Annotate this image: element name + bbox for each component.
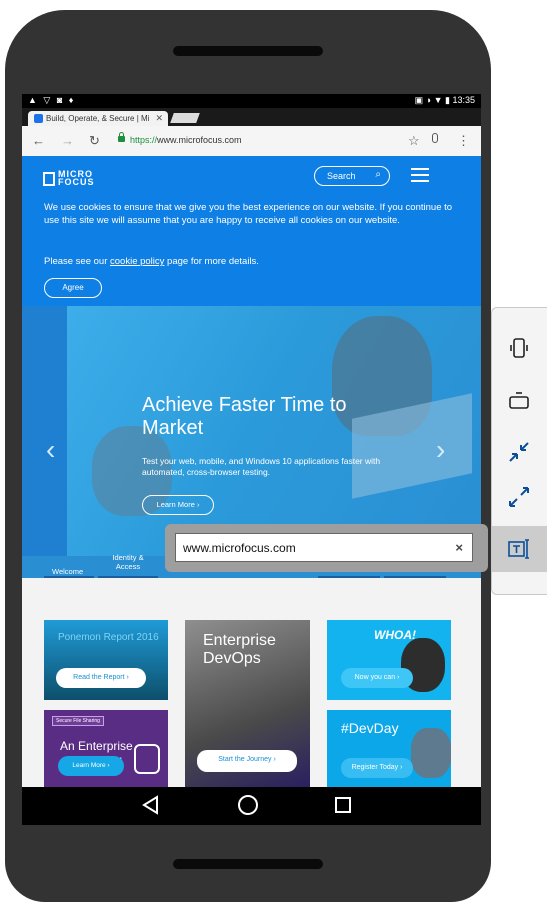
lock-icon <box>118 132 125 142</box>
tile-devday-title: #DevDay <box>341 720 399 736</box>
tile-devops-title: Enterprise DevOps <box>203 632 276 667</box>
carousel-prev-icon[interactable]: ‹ <box>46 434 55 466</box>
register-today-button[interactable]: Register Today › <box>341 758 413 778</box>
phone-landscape-icon[interactable] <box>507 390 531 414</box>
tile-enterprise-access: Secure File Sharing An Enterprise Access… <box>44 710 168 787</box>
text-input-icon[interactable] <box>507 537 531 561</box>
phone-portrait-icon[interactable] <box>507 336 531 360</box>
device-screen: ▲ ▽ ◙ ♦ ▣ ◑ ▼ ▮ 13:35 Build, Operate, & … <box>22 94 481 825</box>
tile-badge: Secure File Sharing <box>52 716 104 726</box>
search-label: Search <box>327 171 356 181</box>
logo-mark-icon <box>43 172 55 186</box>
status-icons: ▣ ◑ ▼ ▮ <box>414 95 450 105</box>
cookie-policy-link[interactable]: cookie policy <box>110 256 164 267</box>
shrink-icon[interactable] <box>507 440 531 464</box>
start-journey-button[interactable]: Start the Journey › <box>197 750 297 772</box>
star-icon[interactable]: ☆ <box>408 133 420 149</box>
shield-icon <box>134 744 160 774</box>
read-report-button[interactable]: Read the Report › <box>56 668 146 688</box>
mic-icon[interactable] <box>432 133 438 143</box>
expand-icon[interactable] <box>507 485 531 509</box>
hero-description: Test your web, mobile, and Windows 10 ap… <box>142 456 381 477</box>
url-scheme: https:// <box>130 135 158 145</box>
browser-tab-strip: Build, Operate, & Secure | Mi ✕ <box>22 108 481 126</box>
tile-ponemon-title: Ponemon Report 2016 <box>58 632 159 643</box>
bottom-speaker <box>173 859 323 869</box>
url-host: www.microfocus.com <box>157 135 242 145</box>
back-icon[interactable]: ← <box>32 133 45 148</box>
url-text[interactable]: https://www.microfocus.com <box>130 135 242 145</box>
nav-back-icon[interactable] <box>141 795 161 815</box>
forward-icon[interactable]: → <box>61 133 74 148</box>
tab-title: Build, Operate, & Secure | Mi <box>46 114 150 123</box>
site-search-button[interactable]: Search ⌕ <box>314 166 390 186</box>
new-tab-button[interactable] <box>170 113 200 123</box>
more-icon[interactable]: ⋮ <box>457 133 470 149</box>
now-you-can-button[interactable]: Now you can › <box>341 668 413 688</box>
enterprise-learn-more-button[interactable]: Learn More › <box>58 756 124 776</box>
promo-section: Ponemon Report 2016 Read the Report › En… <box>22 578 481 787</box>
address-bar: ← → ↻ https://www.microfocus.com ☆ ⋮ <box>22 126 481 157</box>
android-nav-bar <box>22 787 481 825</box>
url-input-panel: www.microfocus.com × <box>165 524 488 572</box>
nav-recents-icon[interactable] <box>334 796 352 814</box>
status-time: 13:35 <box>452 95 475 105</box>
search-icon: ⌕ <box>375 169 381 180</box>
device-toolbar <box>491 307 547 595</box>
clear-url-icon[interactable]: × <box>455 540 463 555</box>
carousel-next-icon[interactable]: › <box>436 434 445 466</box>
status-bar: ▲ ▽ ◙ ♦ ▣ ◑ ▼ ▮ 13:35 <box>22 94 481 108</box>
url-input-value: www.microfocus.com <box>183 541 296 555</box>
tile-devday: #DevDay Register Today › <box>327 710 451 787</box>
tile-devops: Enterprise DevOps Start the Journey › <box>185 620 310 787</box>
hero-left-strip <box>22 306 67 576</box>
browser-tab[interactable]: Build, Operate, & Secure | Mi ✕ <box>28 111 168 126</box>
favicon-icon <box>34 114 43 123</box>
hero-learn-more-button[interactable]: Learn More › <box>142 495 214 515</box>
tab-close-icon[interactable]: ✕ <box>155 113 163 124</box>
cookie-policy-line: Please see our cookie policy page for mo… <box>44 256 259 267</box>
hamburger-menu-icon[interactable] <box>411 168 429 182</box>
tile-ponemon: Ponemon Report 2016 Read the Report › <box>44 620 168 700</box>
tile-whoa: WHOA! Now you can › <box>327 620 451 700</box>
status-left-icons: ▲ ▽ ◙ ♦ <box>28 95 76 105</box>
tile-whoa-title: WHOA! <box>374 628 416 642</box>
url-input-field[interactable]: www.microfocus.com × <box>175 533 473 562</box>
agree-button[interactable]: Agree <box>44 278 102 298</box>
nav-home-icon[interactable] <box>237 794 259 816</box>
cookie-notice-text: We use cookies to ensure that we give yo… <box>44 202 453 226</box>
hero-title: Achieve Faster Time to Market <box>142 394 347 439</box>
tile-devday-image <box>411 728 451 778</box>
hero-tab-welcome[interactable]: Welcome <box>52 567 83 576</box>
logo-wordmark: MICRO FOCUS <box>58 169 95 187</box>
top-speaker <box>173 46 323 56</box>
reload-icon[interactable]: ↻ <box>89 133 100 149</box>
hero-tab-identity[interactable]: Identity & Access <box>106 553 150 571</box>
status-right: ▣ ◑ ▼ ▮ 13:35 <box>415 95 475 106</box>
